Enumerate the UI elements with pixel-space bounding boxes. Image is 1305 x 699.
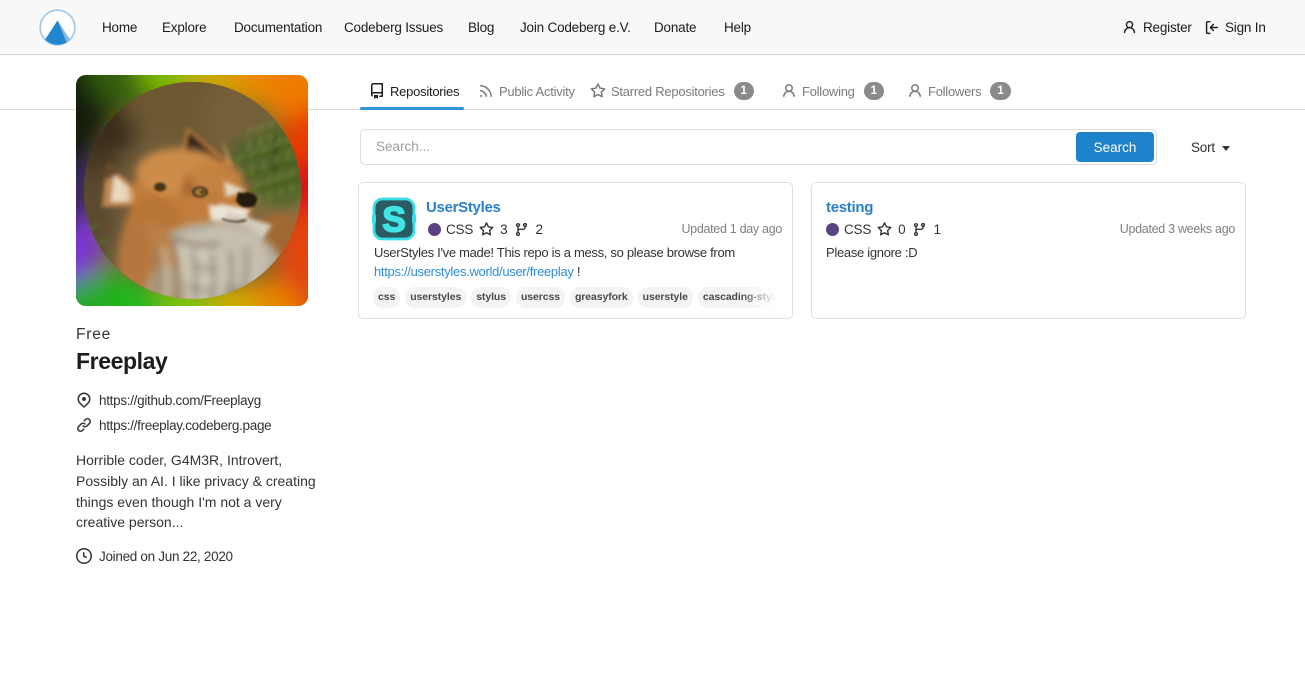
svg-text:S: S bbox=[382, 201, 405, 240]
